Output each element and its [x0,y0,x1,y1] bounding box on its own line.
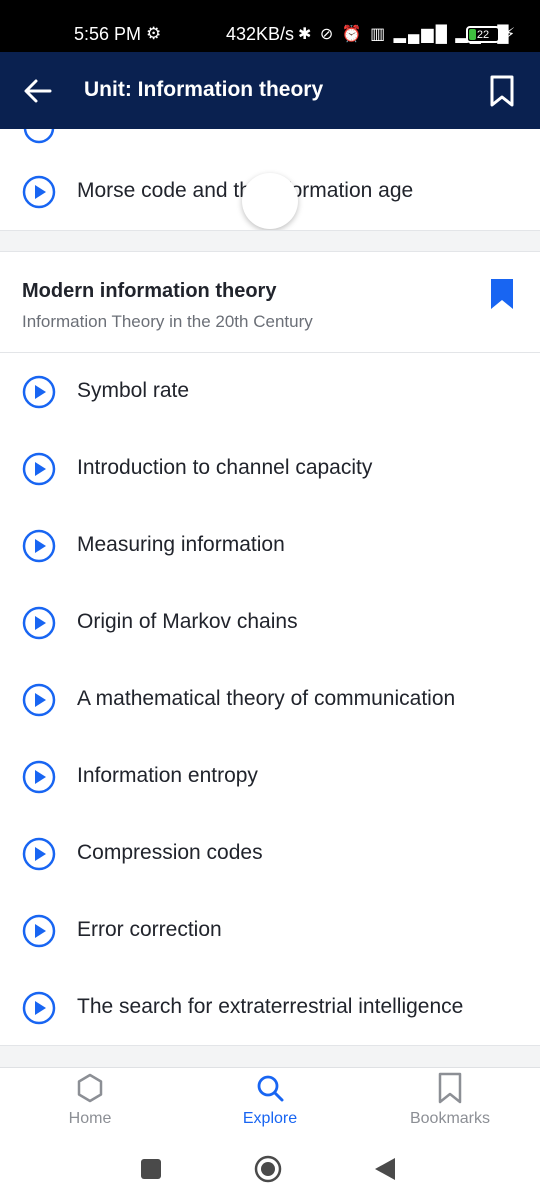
lesson-list[interactable]: Morse code and the information age Moder… [0,129,540,1067]
battery-level [469,29,476,40]
home-circle-icon[interactable] [254,1155,282,1183]
lesson-item[interactable]: Origin of Markov chains [0,584,540,661]
bookmark-outline-icon[interactable] [488,74,516,108]
home-hexagon-icon [77,1073,103,1103]
lesson-item[interactable]: Introduction to channel capacity [0,430,540,507]
bottom-navigation: Home Explore Bookmarks [0,1067,540,1139]
section-divider [0,1045,540,1067]
lesson-label: Origin of Markov chains [77,610,298,633]
play-circle-icon [22,175,56,209]
lesson-label: A mathematical theory of communication [77,687,456,710]
app-bar: Unit: Information theory [0,52,540,129]
lesson-label: Measuring information [77,533,285,556]
lesson-item[interactable]: Error correction [0,892,540,969]
play-circle-icon [22,606,56,640]
lesson-label: The search for extraterrestrial intellig… [77,995,464,1018]
lesson-item[interactable]: Measuring information [0,507,540,584]
play-circle-icon [23,129,55,144]
lesson-label: Introduction to channel capacity [77,456,373,479]
section-title: Modern information theory [22,280,277,302]
search-icon [257,1075,284,1102]
section-header: Modern information theory Information Th… [0,252,540,353]
play-circle-icon [22,683,56,717]
system-navigation-bar [0,1139,540,1200]
page-title: Unit: Information theory [84,78,324,101]
nav-bookmarks-label: Bookmarks [409,1110,491,1127]
lesson-label: Information entropy [77,764,258,787]
network-speed: 432KB/s [226,24,295,44]
bookmark-filled-icon[interactable] [489,277,515,311]
charging-icon: ⚡ [504,26,516,43]
play-circle-icon [22,914,56,948]
lesson-label: Error correction [77,918,222,941]
lesson-item[interactable]: The search for extraterrestrial intellig… [0,969,540,1046]
play-circle-icon [22,991,56,1025]
play-circle-icon [22,375,56,409]
section-subtitle: Information Theory in the 20th Century [22,312,313,331]
lesson-item[interactable]: Compression codes [0,815,540,892]
settings-gear-icon: ⚙ [146,24,162,43]
lesson-label: Symbol rate [77,379,190,402]
recent-apps-icon[interactable] [137,1155,165,1183]
lesson-item[interactable]: A mathematical theory of communication [0,661,540,738]
lesson-item[interactable]: Symbol rate [0,353,540,430]
bookmark-outline-icon [438,1072,462,1104]
nav-explore[interactable]: Explore [180,1068,360,1140]
play-circle-icon [22,452,56,486]
touch-indicator [242,173,298,229]
nav-home-label: Home [68,1110,112,1127]
play-circle-icon [22,529,56,563]
nav-bookmarks[interactable]: Bookmarks [360,1068,540,1140]
battery-text: 22 [476,28,490,41]
play-circle-icon [22,760,56,794]
back-triangle-icon[interactable] [371,1155,399,1183]
lesson-item[interactable]: Information entropy [0,738,540,815]
battery-icon: 22 [466,26,500,43]
nav-home[interactable]: Home [0,1068,180,1140]
status-bar: 5:56 PM ⚙ 432KB/s ✱ ⊘ ⏰ ▥ ▂▄▆█ ▂▄▆█ 22 ⚡ [0,0,540,52]
play-circle-icon [22,837,56,871]
section-divider [0,230,540,252]
status-time: 5:56 PM [74,24,142,44]
nav-explore-label: Explore [242,1110,298,1127]
back-arrow-icon[interactable] [22,76,54,106]
lesson-label: Compression codes [77,841,263,864]
